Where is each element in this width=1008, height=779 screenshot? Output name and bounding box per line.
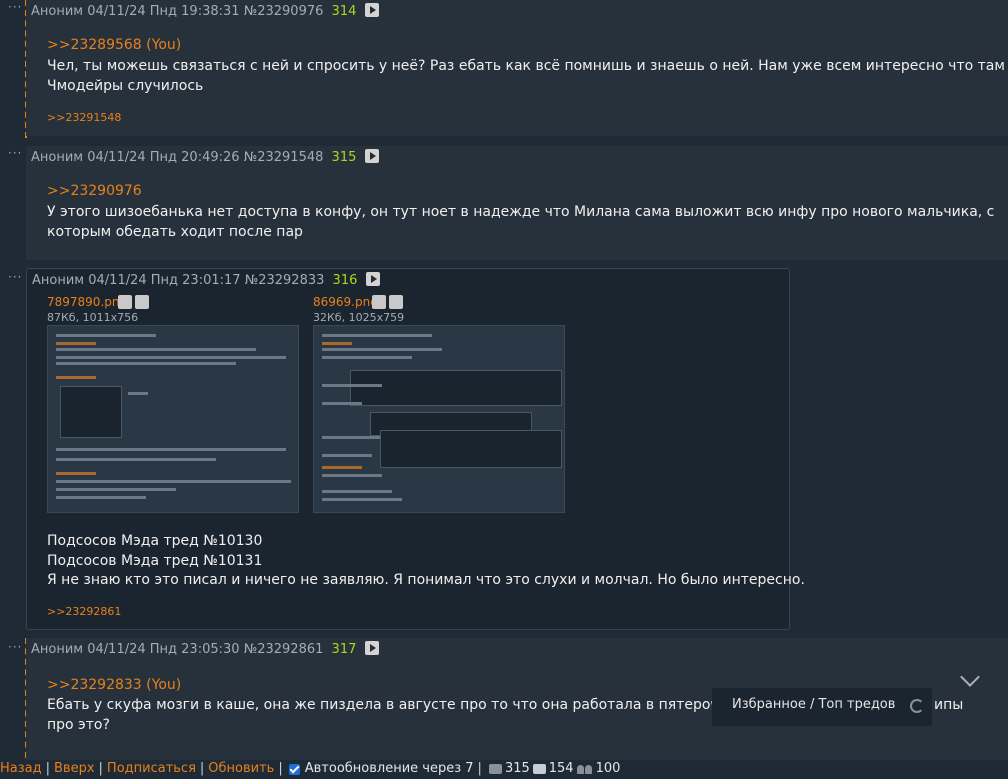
- post-meta: Аноним 04/11/24 Пнд 20:49:26 №23291548 3…: [31, 149, 379, 167]
- users-icon: [576, 764, 593, 774]
- post-text-line: Подсосов Мэда тред №10131: [47, 553, 263, 569]
- play-icon[interactable]: [364, 149, 379, 163]
- favorites-panel[interactable]: Избранное / Топ тредов: [712, 688, 932, 726]
- post-count: 315: [331, 150, 357, 165]
- image-thumbnail[interactable]: [313, 325, 565, 513]
- autorefresh-checkbox[interactable]: [288, 763, 300, 775]
- more-icon[interactable]: ···: [8, 271, 22, 283]
- post-text-line: Чел, ты можешь связаться с ней и спросит…: [47, 58, 1008, 74]
- search-icon[interactable]: [118, 295, 132, 309]
- file-name-link[interactable]: 7897890.png: [47, 295, 127, 309]
- post-number[interactable]: №23292833: [245, 273, 325, 288]
- posts-count: 315: [504, 761, 530, 776]
- play-icon[interactable]: [364, 641, 379, 655]
- autorefresh-label: Автообновление через 7: [304, 761, 474, 776]
- post-count: 316: [332, 273, 358, 288]
- images-count: 154: [548, 761, 574, 776]
- post-meta: Аноним 04/11/24 Пнд 19:38:31 №23290976 3…: [31, 3, 379, 21]
- refresh-link[interactable]: Обновить: [208, 761, 274, 776]
- file-info: 32Кб, 1025x759: [313, 311, 405, 324]
- search-icon[interactable]: [372, 295, 386, 309]
- comment-icon: [488, 764, 502, 774]
- play-icon[interactable]: [364, 3, 379, 17]
- post-text-line: которым обедать ходит после пар: [47, 224, 303, 240]
- post-date: 04/11/24 Пнд 23:01:17: [88, 273, 241, 288]
- spinner-icon: [910, 699, 924, 713]
- post-count: 314: [331, 4, 357, 19]
- post-author: Аноним: [32, 273, 85, 288]
- post-author: Аноним: [31, 4, 84, 19]
- post-author: Аноним: [31, 150, 84, 165]
- reply-link[interactable]: >>23289568 (You): [47, 37, 181, 53]
- post-date: 04/11/24 Пнд 19:38:31: [87, 4, 240, 19]
- reply-link[interactable]: >>23290976: [47, 183, 142, 199]
- reply-link[interactable]: >>23292833 (You): [47, 677, 181, 693]
- more-icon[interactable]: ···: [8, 147, 22, 159]
- post-text-line: У этого шизоебанька нет доступа в конфу,…: [47, 204, 995, 220]
- favorites-label: Избранное / Топ тредов: [732, 697, 896, 712]
- users-count: 100: [595, 761, 621, 776]
- post-text-line: про это?: [47, 717, 110, 733]
- post-count: 317: [331, 642, 357, 657]
- post-text-line: Подсосов Мэда тред №10130: [47, 533, 263, 549]
- post-text-line: Я не знаю кто это писал и ничего не заяв…: [47, 572, 805, 588]
- post-date: 04/11/24 Пнд 20:49:26: [87, 150, 240, 165]
- bottom-bar: Назад | Вверх | Подписаться | Обновить | Автообн…: [0, 760, 1008, 778]
- file-info: 87Кб, 1011x756: [47, 311, 139, 324]
- post-number[interactable]: №23290976: [244, 4, 324, 19]
- play-icon[interactable]: [365, 272, 380, 286]
- post: Аноним 04/11/24 Пнд 19:38:31 №23290976 3…: [26, 0, 1008, 136]
- post-date: 04/11/24 Пнд 23:05:30: [87, 642, 240, 657]
- more-icon[interactable]: ···: [8, 1, 22, 13]
- post-author: Аноним: [31, 642, 84, 657]
- subscribe-link[interactable]: Подписаться: [107, 761, 196, 776]
- image-icon: [532, 764, 546, 774]
- post-number[interactable]: №23291548: [244, 150, 324, 165]
- download-icon[interactable]: [135, 295, 149, 309]
- backref-link[interactable]: >>23292861: [47, 605, 121, 618]
- post-meta: Аноним 04/11/24 Пнд 23:05:30 №23292861 3…: [31, 641, 379, 659]
- post: Аноним 04/11/24 Пнд 23:01:17 №23292833 3…: [26, 268, 805, 630]
- post-meta: Аноним 04/11/24 Пнд 23:01:17 №23292833 3…: [32, 272, 380, 290]
- post-text-line: Чмодейры случилось: [47, 78, 204, 94]
- post: Аноним 04/11/24 Пнд 20:49:26 №23291548 3…: [26, 146, 1008, 260]
- more-icon[interactable]: ···: [8, 641, 22, 653]
- post-number[interactable]: №23292861: [244, 642, 324, 657]
- backref-link[interactable]: >>23291548: [47, 111, 121, 124]
- image-thumbnail[interactable]: [47, 325, 299, 513]
- top-link[interactable]: Вверх: [54, 761, 95, 776]
- post-text-line: Ебать у скуфа мозги в каше, она же пизде…: [47, 697, 750, 713]
- back-link[interactable]: Назад: [0, 761, 42, 776]
- post-text-line-tail: ипы: [934, 697, 964, 713]
- file-name-link[interactable]: 86969.png: [313, 295, 378, 309]
- download-icon[interactable]: [389, 295, 403, 309]
